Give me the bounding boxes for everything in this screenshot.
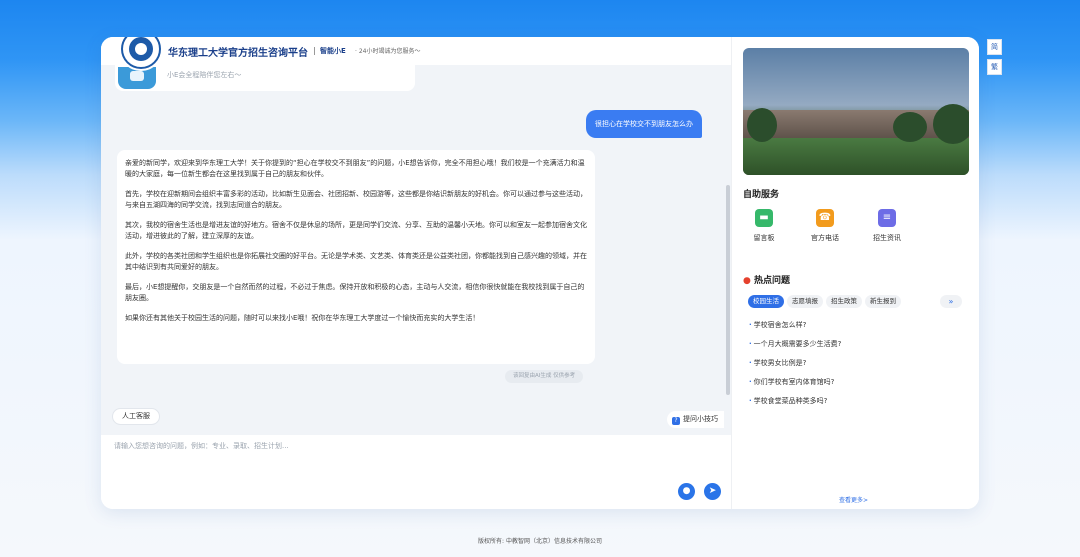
traditional-chinese-button[interactable]: 繁 xyxy=(987,59,1002,75)
list-item[interactable]: 一个月大概需要多少生活费? xyxy=(749,339,842,358)
answer-paragraph: 此外，学校的各类社团和学生组织也是你拓展社交圈的好平台。无论是学术类、文艺类、体… xyxy=(125,252,587,271)
service-label: 招生资讯 xyxy=(873,234,901,242)
view-more-link[interactable]: 查看更多> xyxy=(839,495,868,504)
hot-questions-title: ● 热点问题 xyxy=(743,273,790,286)
tab-campus-life[interactable]: 校园生活 xyxy=(748,295,784,308)
news-icon: ≡ xyxy=(878,209,896,227)
robot-icon xyxy=(118,67,156,89)
message-board-service[interactable]: ▬ 留言板 xyxy=(744,209,784,243)
chat-bubble-button[interactable]: ● xyxy=(678,483,695,500)
fire-icon: ● xyxy=(743,276,751,286)
list-item[interactable]: 你们学校有室内体育馆吗? xyxy=(749,377,841,396)
answer-paragraph: 首先，学校在迎新期间会组织丰富多彩的活动，比如新生见面会、社团招新、校园游等，这… xyxy=(125,190,587,209)
admission-news-service[interactable]: ≡ 招生资讯 xyxy=(867,209,907,243)
service-label: 官方电话 xyxy=(811,234,839,242)
university-logo xyxy=(121,37,161,69)
send-button[interactable]: ➤ xyxy=(704,483,721,500)
services-title: 自助服务 xyxy=(743,190,780,200)
page-title: 华东理工大学官方招生咨询平台 xyxy=(168,48,308,59)
chat-panel: 小E会全程陪伴您左右～ 很担心在学校交不到朋友怎么办 亲爱的新同学，欢迎来到华东… xyxy=(101,37,731,435)
ai-disclaimer: 该回复由AI生成 仅供参考 xyxy=(505,370,584,383)
list-item[interactable]: 学校食堂菜品种类多吗? xyxy=(749,396,841,415)
tagline: · 24小时竭诚为您服务～ xyxy=(355,48,421,55)
simplified-chinese-button[interactable]: 简 xyxy=(987,39,1002,55)
chat-bubble-icon: ● xyxy=(682,486,691,496)
question-icon: ? xyxy=(672,417,680,425)
answer-paragraph: 亲爱的新同学，欢迎来到华东理工大学！关于你提到的“担心在学校交不到朋友”的问题，… xyxy=(125,159,585,178)
copyright-footer: 版权所有: 中教智网（北京）信息技术有限公司 xyxy=(478,538,602,545)
message-board-icon: ▬ xyxy=(755,209,773,227)
campus-banner[interactable] xyxy=(743,48,969,175)
assistant-name: 智能小E xyxy=(320,47,346,55)
official-phone-service[interactable]: ☎ 官方电话 xyxy=(805,209,845,243)
service-label: 留言板 xyxy=(753,234,775,242)
chat-scrollbar[interactable] xyxy=(726,185,730,395)
list-item[interactable]: 学校宿舍怎么样? xyxy=(749,320,841,339)
question-tips-label: 提问小技巧 xyxy=(683,415,718,423)
double-chevron-right-icon: » xyxy=(948,297,954,306)
tab-application[interactable]: 志愿填报 xyxy=(787,295,823,308)
answer-paragraph: 其次，我校的宿舍生活也是增进友谊的好地方。宿舍不仅是休息的场所，更是同学们交流、… xyxy=(125,221,587,240)
answer-paragraph: 如果你还有其他关于校园生活的问题，随时可以来找小E哦！祝你在华东理工大学度过一个… xyxy=(125,314,480,322)
banner-pagination[interactable] xyxy=(815,165,892,169)
send-icon: ➤ xyxy=(708,486,717,496)
question-tips-button[interactable]: ? 提问小技巧 xyxy=(667,411,724,428)
input-area: ● ➤ xyxy=(101,435,731,509)
hot-question-tabs: 校园生活 志愿填报 招生政策 新生报到 xyxy=(748,295,904,310)
human-service-button[interactable]: 人工客服 xyxy=(112,408,160,425)
phone-icon: ☎ xyxy=(816,209,834,227)
list-item[interactable]: 学校男女比例是? xyxy=(749,358,841,377)
tabs-next-button[interactable]: » xyxy=(940,295,962,308)
hot-questions-label: 热点问题 xyxy=(754,276,791,286)
header: 华东理工大学官方招生咨询平台 智能小E · 24小时竭诚为您服务～ xyxy=(101,37,731,69)
tab-registration[interactable]: 新生报到 xyxy=(865,295,901,308)
main-card: 小E会全程陪伴您左右～ 很担心在学校交不到朋友怎么办 亲爱的新同学，欢迎来到华东… xyxy=(101,37,979,509)
previous-message: 小E会全程陪伴您左右～ xyxy=(115,65,415,91)
title-divider xyxy=(314,47,315,55)
tab-policy[interactable]: 招生政策 xyxy=(826,295,862,308)
hot-question-list: 学校宿舍怎么样? 一个月大概需要多少生活费? 学校男女比例是? 你们学校有室内体… xyxy=(749,320,842,415)
side-panel: 自助服务 ▬ 留言板 ☎ 官方电话 ≡ 招生资讯 ● 热点问题 校园生活 志愿填报… xyxy=(731,37,979,509)
previous-message-text: 小E会全程陪伴您左右～ xyxy=(167,71,242,79)
answer-paragraph: 最后，小E想提醒你，交朋友是一个自然而然的过程，不必过于焦虑。保持开放和积极的心… xyxy=(125,283,585,302)
assistant-answer: 亲爱的新同学，欢迎来到华东理工大学！关于你提到的“担心在学校交不到朋友”的问题，… xyxy=(117,150,595,364)
question-input[interactable] xyxy=(114,439,674,453)
user-message: 很担心在学校交不到朋友怎么办 xyxy=(586,110,702,138)
